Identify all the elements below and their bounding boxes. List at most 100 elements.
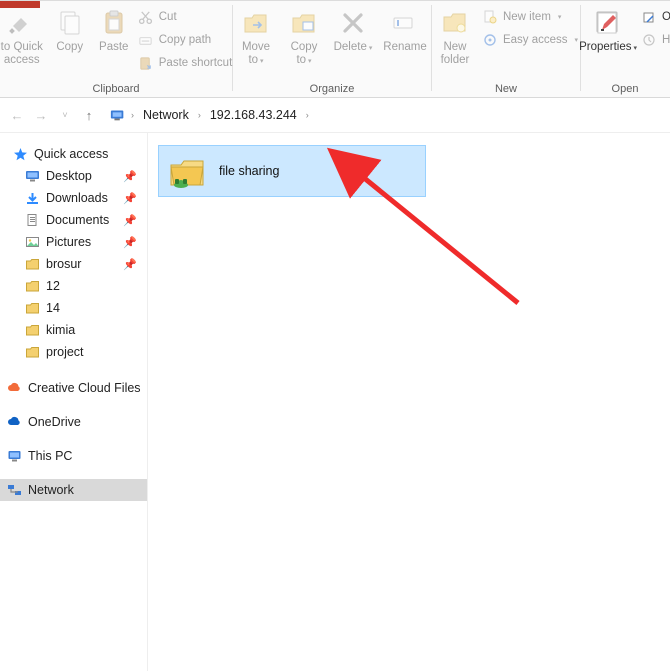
sidebar-item-label: Documents (46, 213, 109, 227)
copy-icon (54, 7, 86, 39)
new-item-label: New item (503, 11, 551, 23)
move-to-button[interactable]: Move to▾ (232, 5, 280, 68)
open-icon (641, 9, 657, 25)
clipboard-small-actions: Cut Copy path Paste shortcut (136, 5, 237, 73)
quick-access-label: Quick access (34, 147, 108, 161)
sidebar-item-brosur[interactable]: brosur 📌 (0, 253, 147, 275)
sidebar-item-label: 12 (46, 279, 60, 293)
breadcrumb-network[interactable]: Network (139, 106, 193, 124)
folder-icon (24, 256, 40, 272)
sidebar-item-label: OneDrive (28, 415, 81, 429)
easy-access-icon (482, 32, 498, 48)
pin-icon (6, 7, 38, 39)
sidebar-item-documents[interactable]: Documents 📌 (0, 209, 147, 231)
folder-icon (24, 344, 40, 360)
breadcrumb-ip[interactable]: 192.168.43.244 (206, 106, 301, 124)
quick-access-header[interactable]: Quick access (0, 143, 147, 165)
h-label: H (662, 34, 670, 46)
up-button[interactable]: ↑ (78, 104, 100, 126)
downloads-icon (24, 190, 40, 206)
copy-path-icon (138, 32, 154, 48)
properties-icon (592, 7, 624, 39)
sidebar-item-pictures[interactable]: Pictures 📌 (0, 231, 147, 253)
pin-icon: 📌 (123, 170, 137, 183)
sidebar-item-project[interactable]: project (0, 341, 147, 363)
location-icon (110, 107, 126, 123)
content-pane: file sharing (148, 133, 670, 671)
this-pc-icon (6, 448, 22, 464)
body: Quick access Desktop 📌 Downloads 📌 Docum… (0, 133, 670, 671)
properties-button[interactable]: Properties▾ (575, 5, 641, 55)
folder-icon (24, 300, 40, 316)
open-edit-o[interactable]: O (641, 7, 670, 27)
scissors-icon (138, 9, 154, 25)
sidebar-item-12[interactable]: 12 (0, 275, 147, 297)
sidebar-item-network[interactable]: Network (0, 479, 147, 501)
sidebar-item-onedrive[interactable]: OneDrive (0, 411, 147, 433)
copy-path-label: Copy path (159, 34, 211, 46)
clipboard-group-title: Clipboard (0, 80, 232, 98)
chevron-icon[interactable]: › (306, 110, 309, 120)
properties-label: Properties▾ (579, 41, 637, 55)
copy-button[interactable]: Copy (48, 5, 92, 54)
sidebar-item-14[interactable]: 14 (0, 297, 147, 319)
quick-access-group: Quick access Desktop 📌 Downloads 📌 Docum… (0, 143, 147, 363)
chevron-icon[interactable]: › (198, 110, 201, 120)
folder-icon (24, 322, 40, 338)
easy-access-button[interactable]: Easy access▾ (482, 30, 578, 50)
ribbon-group-new: New folder New item▾ Easy access▾ (432, 3, 580, 98)
sidebar-item-label: Creative Cloud Files (28, 381, 141, 395)
pin-icon: 📌 (123, 192, 137, 205)
paste-label: Paste (99, 41, 128, 54)
folder-label: file sharing (219, 164, 279, 178)
new-item-button[interactable]: New item▾ (482, 7, 578, 27)
paste-button[interactable]: Paste (92, 5, 136, 54)
open-group-title: Open (581, 80, 669, 98)
copy-to-icon (288, 7, 320, 39)
sidebar-item-kimia[interactable]: kimia (0, 319, 147, 341)
network-icon (6, 482, 22, 498)
rename-label: Rename (383, 41, 426, 54)
copy-to-button[interactable]: Copy to▾ (280, 5, 328, 68)
sidebar-item-label: Desktop (46, 169, 92, 183)
recent-button[interactable]: ˅ (54, 104, 76, 126)
star-icon (12, 146, 28, 162)
onedrive-icon (6, 414, 22, 430)
o-label: O (662, 11, 670, 23)
ribbon-group-open: Properties▾ O H (581, 3, 669, 98)
creative-cloud-icon (6, 380, 22, 396)
sidebar-item-label: Pictures (46, 235, 91, 249)
open-small-actions: O H (641, 5, 670, 50)
sidebar-item-creative-cloud[interactable]: Creative Cloud Files (0, 377, 147, 399)
copy-path-button[interactable]: Copy path (138, 30, 233, 50)
sidebar-item-desktop[interactable]: Desktop 📌 (0, 165, 147, 187)
pin-icon: 📌 (123, 258, 137, 271)
new-folder-icon (439, 7, 471, 39)
ribbon-group-clipboard: to Quick access Copy Paste (0, 3, 232, 98)
back-button[interactable]: ← (6, 104, 28, 126)
sidebar-item-this-pc[interactable]: This PC (0, 445, 147, 467)
pin-to-quick-access-button[interactable]: to Quick access (0, 5, 48, 67)
move-to-icon (240, 7, 272, 39)
documents-icon (24, 212, 40, 228)
open-edit-h[interactable]: H (641, 30, 670, 50)
sidebar-item-label: This PC (28, 449, 72, 463)
delete-button[interactable]: Delete▾ (328, 5, 378, 55)
shared-folder-item[interactable]: file sharing (158, 145, 426, 197)
sidebar-item-label: 14 (46, 301, 60, 315)
sidebar-item-downloads[interactable]: Downloads 📌 (0, 187, 147, 209)
paste-shortcut-label: Paste shortcut (159, 57, 233, 69)
chevron-icon[interactable]: › (131, 110, 134, 120)
paste-shortcut-button[interactable]: Paste shortcut (138, 53, 233, 73)
new-folder-button[interactable]: New folder (430, 5, 480, 67)
cut-button[interactable]: Cut (138, 7, 233, 27)
sidebar-item-label: brosur (46, 257, 81, 271)
navigation-pane: Quick access Desktop 📌 Downloads 📌 Docum… (0, 133, 148, 671)
organize-group-title: Organize (233, 80, 431, 98)
forward-button[interactable]: → (30, 104, 52, 126)
cut-label: Cut (159, 11, 177, 23)
easy-access-label: Easy access (503, 34, 568, 46)
pin-icon: 📌 (123, 236, 137, 249)
copy-label: Copy (56, 41, 83, 54)
desktop-icon (24, 168, 40, 184)
